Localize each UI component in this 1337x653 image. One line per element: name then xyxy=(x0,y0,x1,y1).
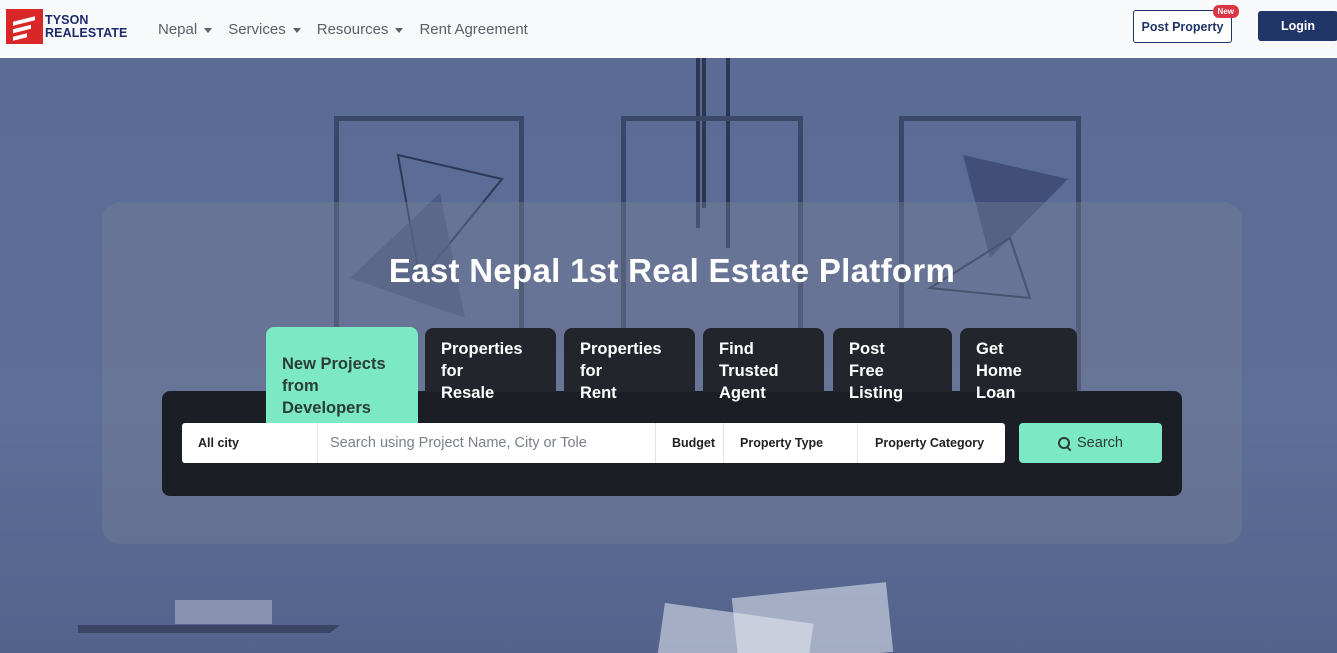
tab-find-agent[interactable]: Find Trusted Agent xyxy=(703,328,824,402)
search-input[interactable] xyxy=(330,435,655,451)
tab-label-line1: Properties for xyxy=(580,340,662,380)
property-type-select[interactable]: Property Type xyxy=(724,423,858,463)
tab-label-line2: Home Loan xyxy=(976,362,1022,402)
top-navbar: TYSON REALESTATE Nepal Services Resource… xyxy=(0,0,1337,58)
tyson-logo-icon xyxy=(6,9,43,44)
nav-item-resources[interactable]: Resources xyxy=(317,21,404,38)
tray xyxy=(175,600,272,624)
caret-down-icon xyxy=(395,27,404,33)
nav-item-label: Services xyxy=(228,20,286,38)
hero-title: East Nepal 1st Real Estate Platform xyxy=(388,252,956,289)
search-input-wrap xyxy=(318,423,656,463)
nav-item-label: Rent Agreement xyxy=(419,20,528,38)
property-category-select[interactable]: Property Category xyxy=(858,423,1005,463)
tab-home-loan[interactable]: Get Home Loan xyxy=(960,328,1077,402)
brand-logo[interactable]: TYSON REALESTATE xyxy=(6,9,127,44)
main-nav: Nepal Services Resources Rent Agreement xyxy=(158,0,544,58)
tab-label-line1: Post xyxy=(849,340,885,358)
nav-item-label: Resources xyxy=(316,20,389,38)
new-badge: New xyxy=(1212,5,1239,18)
tab-label-line2: Agent xyxy=(719,384,766,402)
budget-select[interactable]: Budget xyxy=(656,423,724,463)
nav-item-services[interactable]: Services xyxy=(228,21,301,38)
search-button[interactable]: Search xyxy=(1019,423,1162,463)
search-bar: All city Budget Property Type Property C… xyxy=(182,423,1005,463)
tab-label-line2: Resale xyxy=(441,384,495,402)
caret-down-icon xyxy=(292,27,301,33)
nav-item-rent-agreement[interactable]: Rent Agreement xyxy=(419,21,527,38)
post-property-button[interactable]: Post Property New xyxy=(1133,5,1239,43)
tab-new-projects[interactable]: New Projects from Developers xyxy=(266,327,418,424)
login-button[interactable]: Login xyxy=(1258,11,1337,41)
tab-label-line1: Get xyxy=(976,340,1004,358)
caret-down-icon xyxy=(204,27,213,33)
post-property-label: Post Property xyxy=(1141,19,1224,34)
nav-item-label: Nepal xyxy=(158,20,198,38)
tab-label-line2: from Developers xyxy=(282,377,371,417)
search-icon xyxy=(1058,436,1071,450)
city-select[interactable]: All city xyxy=(182,423,318,463)
tab-properties-resale[interactable]: Properties for Resale xyxy=(425,328,556,402)
tab-label-line2: Rent xyxy=(580,384,617,402)
tab-label-line1: Properties for xyxy=(441,340,523,380)
tab-label-line1: Find Trusted xyxy=(719,340,779,380)
brand-name: TYSON REALESTATE xyxy=(45,12,128,40)
brand-name-line2: REALESTATE xyxy=(45,25,128,40)
tab-label-line2: Free Listing xyxy=(849,362,904,402)
brand-name-line1: TYSON xyxy=(45,12,89,27)
tab-properties-rent[interactable]: Properties for Rent xyxy=(564,328,695,402)
tab-label-line1: New Projects xyxy=(282,355,386,373)
search-button-label: Search xyxy=(1077,435,1123,451)
nav-item-nepal[interactable]: Nepal xyxy=(158,20,213,38)
tab-post-listing[interactable]: Post Free Listing xyxy=(833,328,952,402)
